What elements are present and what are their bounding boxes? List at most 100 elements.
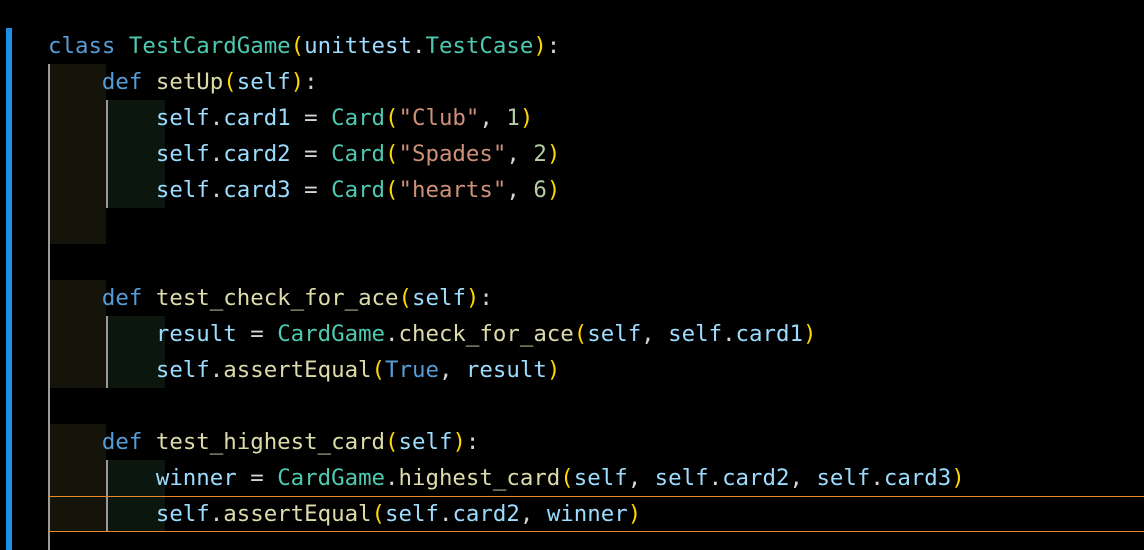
code-token: unittest <box>304 33 412 59</box>
code-token: card1 <box>223 105 291 131</box>
code-line[interactable]: class TestCardGame(unittest.TestCase): <box>48 28 560 64</box>
code-token: "Club" <box>398 105 480 131</box>
code-line[interactable]: def test_check_for_ace(self): <box>48 280 493 316</box>
code-token: . <box>708 465 723 491</box>
code-token: card1 <box>735 321 803 347</box>
code-token: TestCardGame <box>128 33 291 59</box>
code-token: . <box>209 141 224 167</box>
code-token: card2 <box>722 465 790 491</box>
code-token: self <box>573 465 628 491</box>
code-token: winner <box>546 501 628 527</box>
code-token: ) <box>546 177 561 203</box>
code-token: 1 <box>506 105 520 131</box>
code-token: : <box>479 285 493 311</box>
code-token: ( <box>398 285 412 311</box>
code-token: , <box>789 465 817 491</box>
code-token: : <box>546 33 561 59</box>
code-token: self <box>155 177 210 203</box>
code-token: , <box>641 321 669 347</box>
code-token: = <box>290 105 332 131</box>
code-line[interactable]: result = CardGame.check_for_ace(self, se… <box>48 316 817 352</box>
code-token: Card <box>331 177 386 203</box>
code-token: self <box>236 69 291 95</box>
code-token: ) <box>627 501 642 527</box>
code-token: self <box>816 465 871 491</box>
code-token: , <box>479 105 507 131</box>
code-line[interactable]: self.assertEqual(self.card2, winner) <box>48 496 641 532</box>
code-token: , <box>627 465 655 491</box>
code-token: self <box>654 465 709 491</box>
code-token: ( <box>371 501 386 527</box>
code-token: assertEqual <box>223 357 372 383</box>
code-token: True <box>385 357 439 383</box>
code-token: : <box>304 69 318 95</box>
code-token: 2 <box>533 141 547 167</box>
code-token: def <box>101 429 143 455</box>
code-token: ( <box>371 357 386 383</box>
code-editor[interactable]: class TestCardGame(unittest.TestCase): d… <box>0 0 1144 550</box>
code-token: "hearts" <box>398 177 507 203</box>
code-token: setUp <box>155 69 224 95</box>
code-token: TestCase <box>425 33 534 59</box>
code-token: card3 <box>883 465 952 491</box>
code-token: ) <box>802 321 817 347</box>
code-token: def <box>101 285 143 311</box>
code-token: . <box>438 501 453 527</box>
code-token: , <box>519 501 547 527</box>
code-token: winner <box>155 465 237 491</box>
code-token: . <box>209 501 224 527</box>
code-token: . <box>870 465 884 491</box>
code-token: result <box>155 321 237 347</box>
code-token: : <box>465 429 480 455</box>
code-line[interactable]: self.card3 = Card("hearts", 6) <box>48 172 560 208</box>
code-token: ( <box>385 141 399 167</box>
code-token: self <box>668 321 723 347</box>
code-token: = <box>236 465 278 491</box>
code-token: Card <box>331 105 386 131</box>
code-line[interactable]: def test_highest_card(self): <box>48 424 479 460</box>
code-token: card2 <box>223 141 291 167</box>
code-token: self <box>587 321 642 347</box>
code-line[interactable]: def setUp(self): <box>48 64 318 100</box>
code-token: ) <box>465 285 480 311</box>
code-token: card3 <box>223 177 291 203</box>
code-line[interactable]: self.card2 = Card("Spades", 2) <box>48 136 560 172</box>
code-token: self <box>155 141 210 167</box>
code-token: def <box>101 69 143 95</box>
code-token: CardGame <box>277 321 386 347</box>
code-line[interactable]: winner = CardGame.highest_card(self, sel… <box>48 460 965 496</box>
code-token: . <box>209 177 224 203</box>
code-token: ( <box>385 105 399 131</box>
code-token: test_check_for_ace <box>155 285 399 311</box>
code-token: ) <box>546 141 561 167</box>
code-token: ) <box>290 69 305 95</box>
code-token: highest_card <box>398 465 561 491</box>
code-token: = <box>290 141 332 167</box>
code-token: ) <box>546 357 561 383</box>
code-token: self <box>398 429 453 455</box>
code-token: self <box>385 501 439 527</box>
code-token: . <box>209 357 224 383</box>
code-token: . <box>209 105 224 131</box>
code-token: . <box>385 465 399 491</box>
code-token: . <box>722 321 736 347</box>
code-token: ( <box>573 321 588 347</box>
code-token: , <box>506 141 534 167</box>
code-token: ) <box>951 465 965 491</box>
code-line[interactable]: self.card1 = Card("Club", 1) <box>48 100 534 136</box>
code-token: . <box>411 33 426 59</box>
code-token: ( <box>385 429 399 455</box>
code-token: card2 <box>452 501 520 527</box>
code-token: self <box>155 105 210 131</box>
code-token: self <box>412 285 466 311</box>
code-line[interactable]: self.assertEqual(True, result) <box>48 352 560 388</box>
